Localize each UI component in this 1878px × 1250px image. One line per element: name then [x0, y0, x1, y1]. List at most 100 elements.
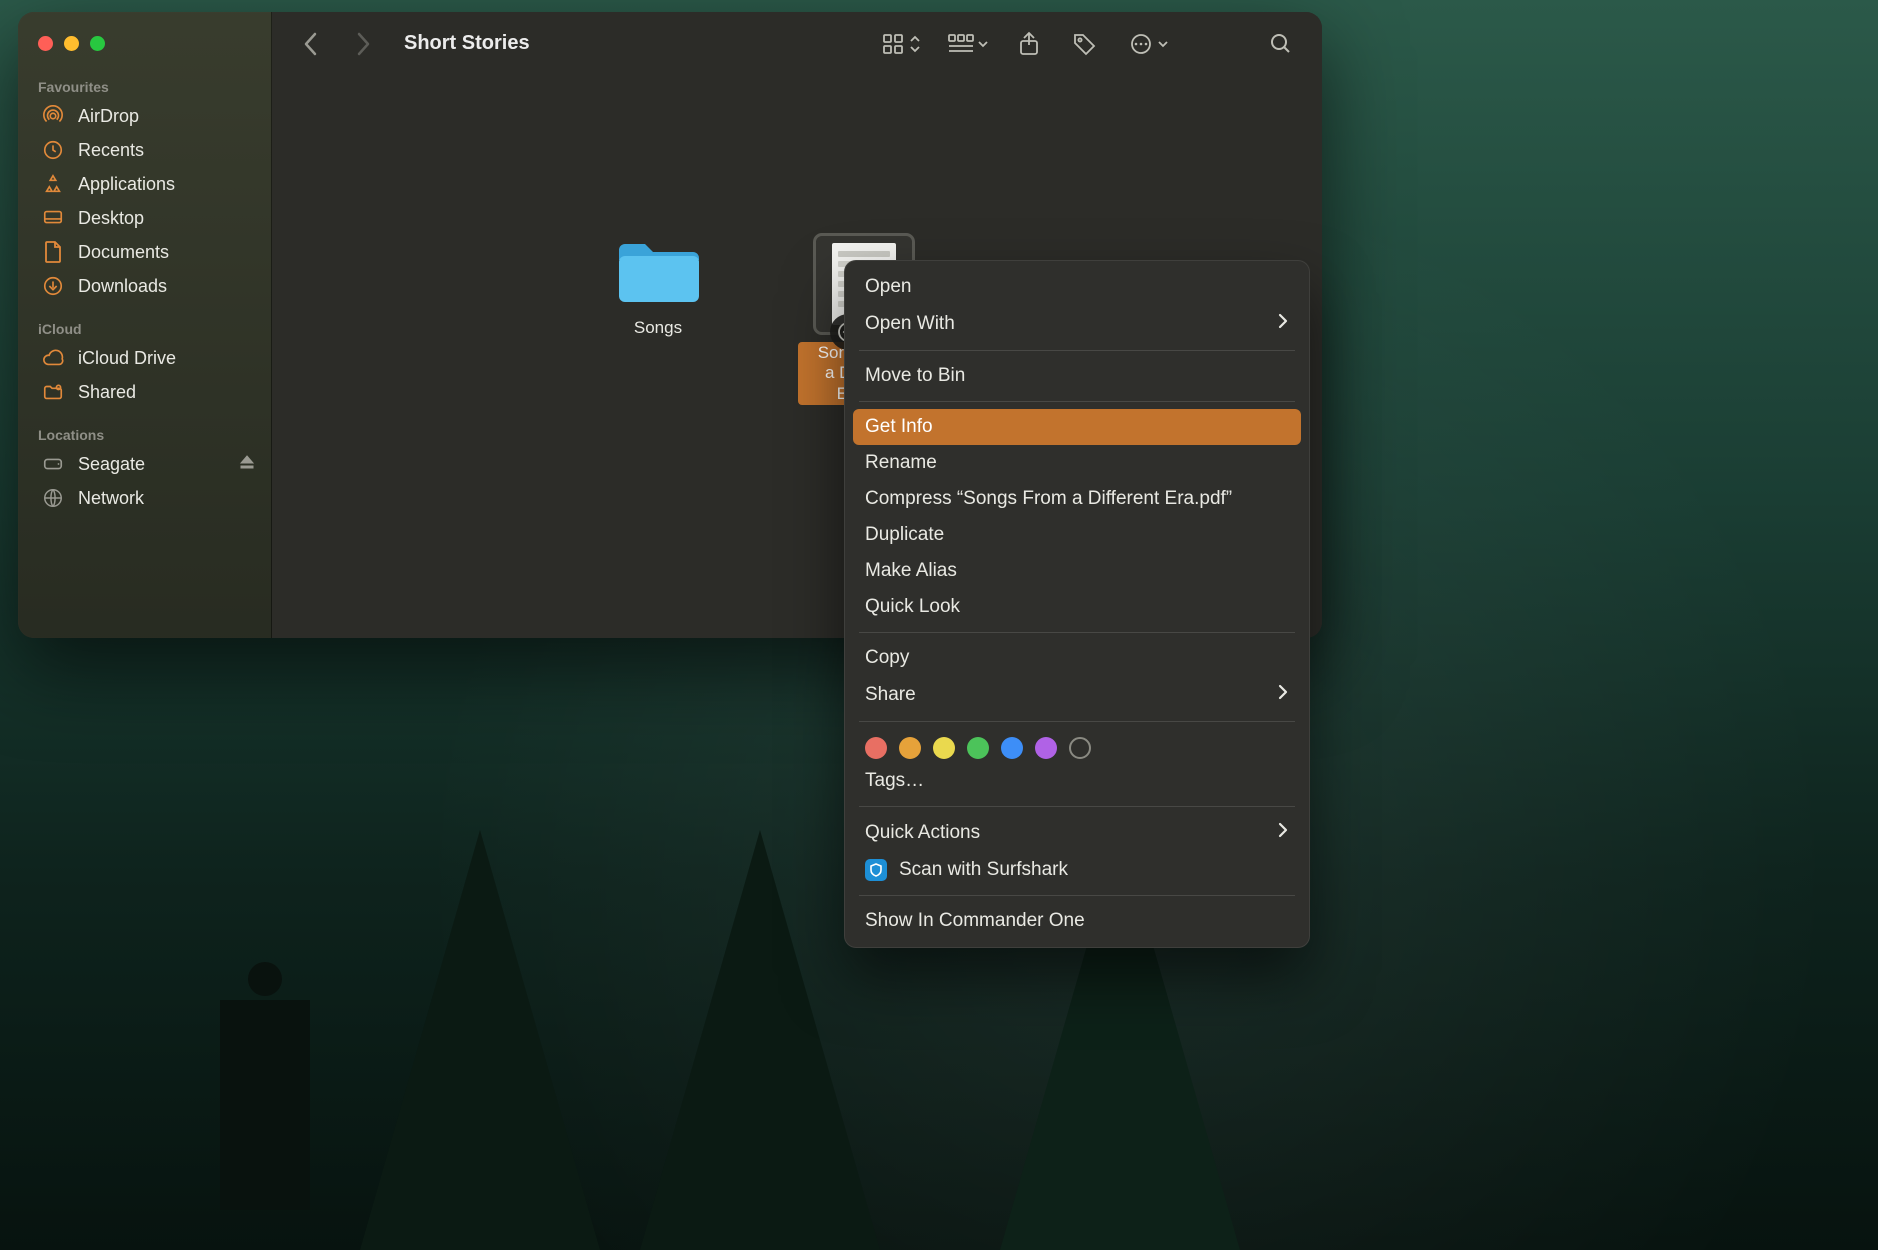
shared-folder-icon [42, 381, 64, 403]
actions-button[interactable] [1124, 27, 1170, 61]
minimize-window-button[interactable] [64, 36, 79, 51]
sidebar-item-label: AirDrop [78, 106, 139, 127]
search-button[interactable] [1264, 27, 1298, 61]
menu-item[interactable]: Duplicate [845, 517, 1309, 553]
group-icon [944, 27, 978, 61]
menu-item-label: Open With [865, 313, 955, 335]
download-icon [42, 275, 64, 297]
zoom-window-button[interactable] [90, 36, 105, 51]
tag-color[interactable] [1001, 737, 1023, 759]
folder-item[interactable]: Songs [592, 236, 724, 405]
sidebar-item-airdrop[interactable]: AirDrop [36, 99, 261, 133]
chevron-right-icon [1277, 312, 1289, 336]
sidebar-item-label: Recents [78, 140, 144, 161]
sidebar-item-recents[interactable]: Recents [36, 133, 261, 167]
sidebar-section-label: Locations [36, 419, 261, 447]
clock-icon [42, 139, 64, 161]
menu-item[interactable]: Quick Actions [845, 814, 1309, 852]
sidebar-item-network[interactable]: Network [36, 481, 261, 515]
menu-item[interactable]: Open [845, 269, 1309, 305]
window-controls [36, 26, 261, 71]
back-button[interactable] [296, 24, 326, 64]
toolbar: Short Stories [272, 12, 1322, 76]
desktop-icon [42, 207, 64, 229]
share-button[interactable] [1012, 27, 1046, 61]
chevron-down-icon [1156, 27, 1170, 61]
window-title: Short Stories [404, 32, 530, 55]
menu-item[interactable]: Copy [845, 640, 1309, 676]
sidebar-item-label: Desktop [78, 208, 144, 229]
file-label: Songs [634, 318, 682, 338]
sidebar-item-desktop[interactable]: Desktop [36, 201, 261, 235]
menu-item-label: Make Alias [865, 560, 957, 582]
tag-color[interactable] [865, 737, 887, 759]
folder-icon [613, 236, 703, 308]
sidebar-section-label: iCloud [36, 313, 261, 341]
tag-color-none[interactable] [1069, 737, 1091, 759]
menu-item-label: Quick Actions [865, 822, 980, 844]
menu-item-label: Duplicate [865, 524, 944, 546]
menu-item[interactable]: Show In Commander One [845, 903, 1309, 939]
menu-item[interactable]: Quick Look [845, 589, 1309, 625]
menu-item-label: Compress “Songs From a Different Era.pdf… [865, 488, 1232, 510]
sidebar-item-label: Applications [78, 174, 175, 195]
sidebar-item-label: Shared [78, 382, 136, 403]
eject-icon[interactable] [239, 454, 255, 475]
group-by-button[interactable] [944, 27, 990, 61]
tag-color-row [845, 729, 1309, 763]
chevron-right-icon [1277, 683, 1289, 707]
sidebar-item-applications[interactable]: Applications [36, 167, 261, 201]
tag-color[interactable] [1035, 737, 1057, 759]
menu-item[interactable]: Rename [845, 445, 1309, 481]
disk-icon [42, 453, 64, 475]
menu-item-label: Show In Commander One [865, 910, 1085, 932]
menu-item[interactable]: Compress “Songs From a Different Era.pdf… [845, 481, 1309, 517]
globe-icon [42, 487, 64, 509]
close-window-button[interactable] [38, 36, 53, 51]
sidebar-item-shared[interactable]: Shared [36, 375, 261, 409]
tag-color[interactable] [967, 737, 989, 759]
sidebar-item-label: Documents [78, 242, 169, 263]
menu-item[interactable]: Share [845, 676, 1309, 714]
sidebar-item-documents[interactable]: Documents [36, 235, 261, 269]
search-icon [1269, 32, 1293, 56]
tags-button[interactable] [1068, 27, 1102, 61]
tag-color[interactable] [933, 737, 955, 759]
sidebar-item-seagate[interactable]: Seagate [36, 447, 261, 481]
shield-icon [865, 859, 887, 881]
menu-item-label: Tags… [865, 770, 924, 792]
menu-item[interactable]: Get Info [853, 409, 1301, 445]
share-icon [1018, 31, 1040, 57]
menu-item-label: Quick Look [865, 596, 960, 618]
sidebar-item-label: iCloud Drive [78, 348, 176, 369]
document-icon [42, 241, 64, 263]
airdrop-icon [42, 105, 64, 127]
chevron-updown-icon [908, 27, 922, 61]
view-mode-button[interactable] [876, 27, 922, 61]
context-menu: Open Open With Move to Bin Get Info Rena… [844, 260, 1310, 948]
sidebar: Favourites AirDrop Recents Applications … [18, 12, 272, 638]
menu-item[interactable]: Move to Bin [845, 358, 1309, 394]
sidebar-item-icloud-drive[interactable]: iCloud Drive [36, 341, 261, 375]
actions-icon [1124, 27, 1158, 61]
menu-item-label: Copy [865, 647, 909, 669]
menu-item-label: Scan with Surfshark [899, 859, 1068, 881]
menu-item[interactable]: Make Alias [845, 553, 1309, 589]
menu-item[interactable]: Tags… [845, 763, 1309, 799]
sidebar-item-label: Seagate [78, 454, 145, 475]
menu-item[interactable]: Open With [845, 305, 1309, 343]
sidebar-section-label: Favourites [36, 71, 261, 99]
menu-item-label: Rename [865, 452, 937, 474]
forward-button[interactable] [348, 24, 378, 64]
menu-item-label: Move to Bin [865, 365, 965, 387]
cloud-icon [42, 347, 64, 369]
sidebar-item-downloads[interactable]: Downloads [36, 269, 261, 303]
tag-color[interactable] [899, 737, 921, 759]
menu-item-label: Open [865, 276, 911, 298]
menu-item[interactable]: Scan with Surfshark [845, 852, 1309, 888]
view-grid-icon [876, 27, 910, 61]
apps-icon [42, 173, 64, 195]
chevron-right-icon [1277, 821, 1289, 845]
chevron-down-icon [976, 27, 990, 61]
menu-item-label: Share [865, 684, 916, 706]
